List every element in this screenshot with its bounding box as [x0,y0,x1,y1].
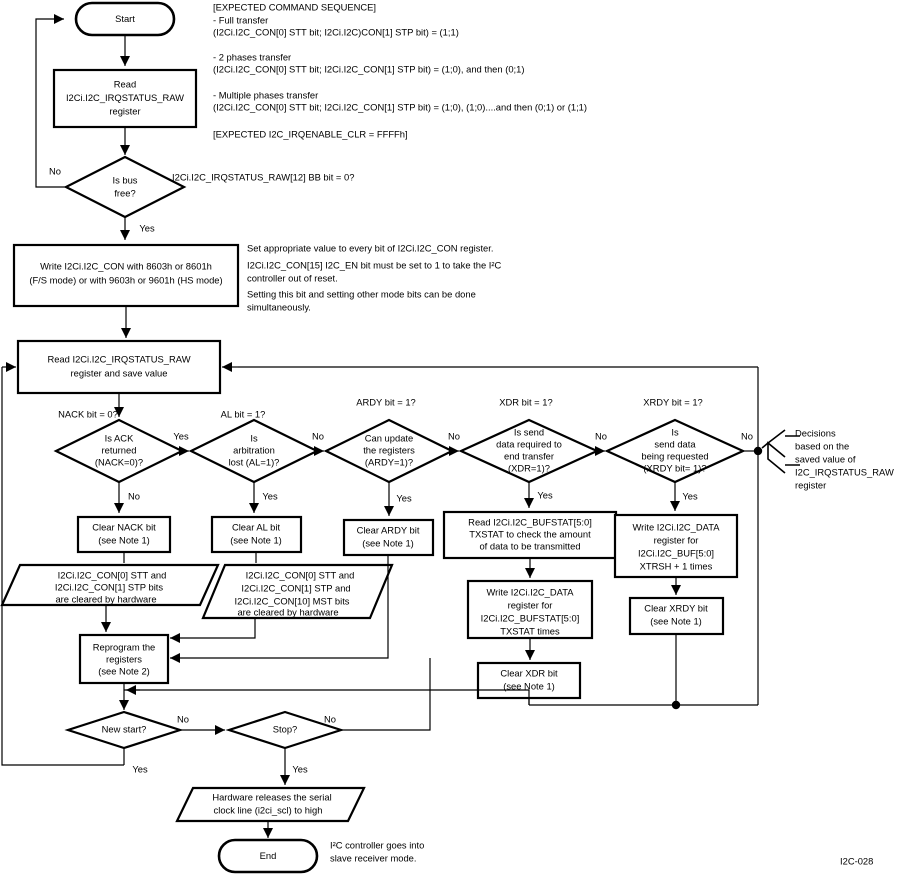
node-wdxdr-line3: I2Ci.I2C_BUFSTAT[5:0] [481,612,580,623]
edge-stop-no-return [341,658,431,731]
edge-label-stop-no: No [324,713,336,724]
node-xrdy-line1: Is [671,426,679,437]
edge-label-busfree-no: No [49,165,61,176]
node-hw2-line4: are cleared by hardware [237,606,338,617]
node-hw2-line2: I2Ci.I2C_CON[1] STP and [241,582,350,593]
node-arb-line3: lost (AL=1)? [229,456,280,467]
node-ack-line3: (NACK=0)? [95,456,143,467]
node-xdr-line2: data required to [496,438,562,449]
node-clear-al-line1: Clear AL bit [232,521,281,532]
edge-label-ardy-no: No [448,430,460,441]
edge-label-xrdy-yes: Yes [682,490,698,501]
node-wdx-line3: I2Ci.I2C_BUF[5:0] [638,547,714,558]
junction-dot-right-rail [753,446,763,456]
node-start-label: Start [115,13,135,24]
label-ardy-condition: ARDY bit = 1? [356,396,416,407]
decisions-note-tip [761,442,769,449]
node-wdx-line2: register for [654,534,699,545]
label-nack-condition: NACK bit = 0? [58,408,118,419]
node-read-raw-line1: Read [114,78,136,89]
node-bus-free-line2: free? [114,187,135,198]
node-xdr-line1: Is send [514,426,544,437]
edge-label-xdr-no: No [595,430,607,441]
node-reprogram-line1: Reprogram the [93,641,156,652]
decisions-note-leads [785,435,800,466]
node-clear-ardy-line2: (see Note 1) [362,537,414,548]
node-hw1-line3: are cleared by hardware [55,593,156,604]
node-hwrelease-line2: clock line (i2ci_scl) to high [214,804,323,815]
node-read-raw-line3: register [109,105,140,116]
i2c-master-transmitter-flowchart: Start Read I2Ci.I2C_IRQSTATUS_RAW regist… [0,0,904,879]
node-clearxrdy-line1: Clear XRDY bit [644,602,708,613]
node-hw2-line3: I2Ci.I2C_CON[10] MST bits [235,595,350,606]
node-wdxdr-line2: register for [508,599,553,610]
node-xdr-line4: (XDR=1)? [508,462,550,473]
edge-label-ardy-yes: Yes [396,492,412,503]
decisions-note-bracket [766,429,786,474]
node-arb-line1: Is [250,432,258,443]
node-clear-nack-line2: (see Note 1) [98,534,150,545]
node-read-bufstat-line3: of data to be transmitted [479,540,580,551]
node-arb-line2: arbitration [233,444,275,455]
edge-label-xdr-yes: Yes [537,489,553,500]
node-read-save-line1: Read I2Ci.I2C_IRQSTATUS_RAW [47,353,190,364]
node-reprogram-line3: (see Note 2) [98,665,150,676]
node-hwrelease-line1: Hardware releases the serial [212,791,331,802]
node-xrdy-line2: send data [654,438,696,449]
node-hw1-line1: I2Ci.I2C_CON[0] STT and [58,569,167,580]
edge-label-stop-yes: Yes [292,763,308,774]
node-clearxrdy-line2: (see Note 1) [650,615,702,626]
node-read-raw-line2: I2Ci.I2C_IRQSTATUS_RAW [66,92,184,103]
node-xrdy-line3: being requested [641,450,708,461]
node-bus-free-line1: Is bus [112,174,137,185]
edge-label-arb-no: No [312,430,324,441]
node-ack-line1: Is ACK [105,432,134,443]
edge-label-xrdy-no: No [741,430,753,441]
edge-label-ack-no: No [128,490,140,501]
edge-hw2-to-reprogram [170,618,256,643]
junction-dot-bottom-rail [671,700,681,710]
node-reprogram-line2: registers [106,653,142,664]
edge-label-newstart-no: No [177,713,189,724]
node-stop-label: Stop? [273,723,298,734]
node-clear-nack-line1: Clear NACK bit [92,521,156,532]
node-wdx-line4: XTRSH + 1 times [640,560,713,571]
node-hw2-line1: I2Ci.I2C_CON[0] STT and [246,569,355,580]
edge-label-busfree-yes: Yes [139,222,155,233]
node-write-con-line1: Write I2Ci.I2C_CON with 8603h or 8601h [40,260,212,271]
flowchart-canvas: Start Read I2Ci.I2C_IRQSTATUS_RAW regist… [0,1,800,874]
node-wdxdr-line4: TXSTAT times [500,625,560,636]
node-ack-line2: returned [102,444,137,455]
node-read-save-line2: register and save value [71,367,168,378]
node-update-line1: Can update [365,432,413,443]
node-wdxdr-line1: Write I2Ci.I2C_DATA [487,586,575,597]
edge-label-arb-yes: Yes [262,490,278,501]
node-end-label: End [260,850,277,861]
label-al-condition: AL bit = 1? [221,408,266,419]
node-xdr-line3: end transfer [504,450,554,461]
edge-label-ack-yes: Yes [173,430,189,441]
node-read-bufstat-line1: Read I2Ci.I2C_BUFSTAT[5:0] [468,516,592,527]
node-wdx-line1: Write I2Ci.I2C_DATA [633,521,721,532]
node-update-line3: (ARDY=1)? [365,456,413,467]
node-clear-al-line2: (see Note 1) [230,534,282,545]
node-write-con-line2: (F/S mode) or with 9603h or 9601h (HS mo… [29,274,222,285]
node-newstart-label: New start? [102,723,147,734]
node-update-line2: the registers [363,444,415,455]
node-clearxdr-line1: Clear XDR bit [500,667,558,678]
label-xdr-condition: XDR bit = 1? [499,396,552,407]
node-hw1-line2: I2Ci.I2C_CON[1] STP bits [55,581,164,592]
node-clear-ardy-line1: Clear ARDY bit [357,524,420,535]
node-xrdy-line4: (XRDY bit= 1)? [643,462,706,473]
label-xrdy-condition: XRDY bit = 1? [643,396,703,407]
node-read-bufstat-line2: TXSTAT to check the amount [469,528,591,539]
edge-label-newstart-yes: Yes [132,763,148,774]
